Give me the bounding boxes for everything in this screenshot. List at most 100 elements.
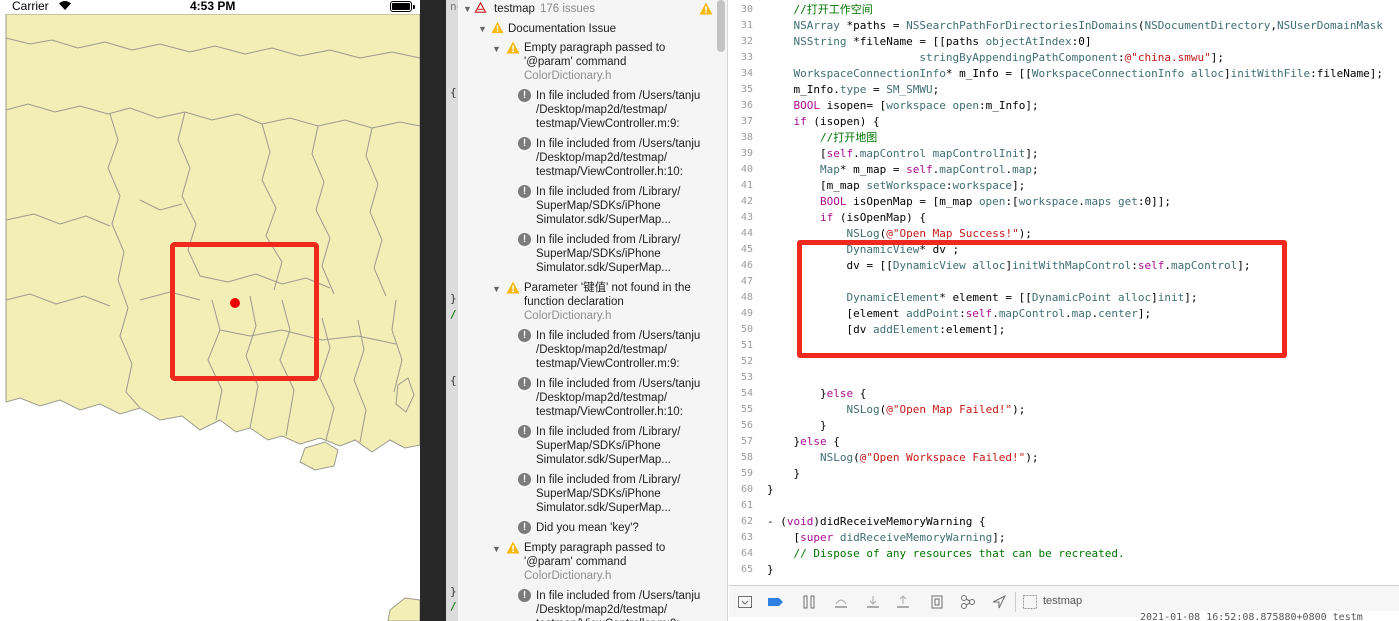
code-line[interactable]: 58 NSLog(@"Open Workspace Failed!"); [729,450,1399,466]
gutter-glyph: / [450,308,457,321]
code-line[interactable]: 64 // Dispose of any resources that can … [729,546,1399,562]
issue-warning-item[interactable]: ▼! Empty paragraph passed to '@param' com… [458,541,718,583]
code-line[interactable]: 59 } [729,466,1399,482]
issue-navigator[interactable]: ▼ testmap 176 issues ! ▼ ! Documentation… [458,0,728,621]
code-token: workspace [1018,195,1079,208]
issue-error-item[interactable]: ! In file included from /Users/tanju /Des… [458,89,718,131]
code-line[interactable]: 63 [super didReceiveMemoryWarning]; [729,530,1399,546]
code-line[interactable]: 39 [self.mapControl mapControlInit]; [729,146,1399,162]
issue-error-item[interactable]: ! In file included from /Users/tanju /Des… [458,329,718,371]
code-line[interactable]: 38 //打开地图 [729,130,1399,146]
code-line[interactable]: 60} [729,482,1399,498]
code-token: //打开工作空间 [793,3,873,16]
status-time: 4:53 PM [190,0,236,13]
process-icon[interactable] [1022,594,1038,610]
console-toggle-icon[interactable] [737,594,753,610]
code-token: get [1118,195,1138,208]
issue-error-item[interactable]: ! In file included from /Users/tanju /Des… [458,137,718,179]
code-line[interactable]: 36 BOOL isopen= [workspace open:m_Info]; [729,98,1399,114]
disclosure-triangle-icon[interactable]: ▼ [492,282,501,296]
issue-error-item[interactable]: ! In file included from /Library/ SuperMa… [458,425,718,467]
code-text: // Dispose of any resources that can be … [767,546,1125,562]
code-line[interactable]: 31 NSArray *paths = NSSearchPathForDirec… [729,18,1399,34]
issue-error-item[interactable]: ! In file included from /Users/tanju /Des… [458,377,718,419]
code-token: NSLog [819,451,854,464]
disclosure-triangle-icon[interactable]: ▼ [463,2,472,16]
issue-error-item[interactable]: ! In file included from /Library/ SuperMa… [458,473,718,515]
breakpoint-icon[interactable] [767,594,783,610]
svg-text:!: ! [511,545,515,554]
code-line[interactable]: 54 }else { [729,386,1399,402]
step-out-icon[interactable] [895,594,911,610]
code-text: } [767,562,774,578]
step-over-icon[interactable] [833,594,849,610]
code-line[interactable]: 62 - (void)didReceiveMemoryWarning { [729,514,1399,530]
code-token: } [767,467,801,480]
code-text: BOOL isopen= [workspace open:m_Info]; [767,98,1039,114]
code-line[interactable]: 65} [729,562,1399,578]
line-number: 57 [740,436,753,447]
pause-icon[interactable] [801,594,817,610]
disclosure-triangle-icon[interactable]: ▼ [492,42,501,56]
code-text: BOOL isOpenMap = [m_map open:[workspace.… [767,194,1171,210]
issue-error-item[interactable]: ! In file included from /Users/tanju /Des… [458,589,718,621]
line-number: 39 [740,148,753,159]
view-debugger-icon[interactable] [929,594,945,610]
code-line[interactable]: 34 WorkspaceConnectionInfo* m_Info = [[W… [729,66,1399,82]
code-line[interactable]: 43 if (isOpenMap) { [729,210,1399,226]
issue-error-item[interactable]: ! In file included from /Library/ SuperMa… [458,233,718,275]
memory-graph-icon[interactable] [960,594,976,610]
code-token: , [1270,19,1277,32]
code-line[interactable]: 55 NSLog(@"Open Map Failed!"); [729,402,1399,418]
code-line[interactable]: 42 BOOL isOpenMap = [m_map open:[workspa… [729,194,1399,210]
code-token: workspace [886,99,946,112]
code-token: ; [932,83,940,96]
code-line[interactable]: 30 //打开工作空间 [729,2,1399,18]
scheme-label[interactable]: testmap [1043,595,1082,607]
code-token: setWorkspace [866,179,946,192]
code-line[interactable]: 57 }else { [729,434,1399,450]
project-row[interactable]: ▼ testmap 176 issues [458,1,718,17]
step-into-icon[interactable] [865,594,881,610]
code-token: // Dispose of any resources that can be … [793,547,1125,560]
code-token: . [853,147,860,160]
issue-error-item[interactable]: ! In file included from /Library/ SuperMa… [458,185,718,227]
disclosure-triangle-icon[interactable]: ▼ [478,22,487,36]
issue-message: In file included from /Users/tanju /Desk… [536,330,701,370]
error-icon: ! [518,377,531,390]
error-icon: ! [518,589,531,602]
issue-warning-item[interactable]: ▼! Parameter '键值' not found in the functi… [458,281,718,323]
code-token: BOOL [819,195,847,208]
code-token: ); [1012,403,1026,416]
code-text: if (isopen) { [767,114,880,130]
location-icon[interactable] [991,594,1007,610]
issue-error-item[interactable]: ! Did you mean 'key'? [458,521,718,535]
code-text: }else { [767,386,866,402]
code-line[interactable]: 41 [m_map setWorkspace:workspace]; [729,178,1399,194]
group-row-documentation[interactable]: ▼ ! Documentation Issue [458,21,718,37]
navigator-scrollbar[interactable] [717,0,725,52]
code-line[interactable]: 37 if (isopen) { [729,114,1399,130]
code-text: //打开工作空间 [767,2,873,18]
code-line[interactable]: 40 Map* m_map = self.mapControl.map; [729,162,1399,178]
highlight-box-code [797,240,1287,358]
issue-warning-item[interactable]: ▼! Empty paragraph passed to '@param' com… [458,41,718,83]
code-line[interactable]: 35 m_Info.type = SM_SMWU; [729,82,1399,98]
code-line[interactable]: 32 NSString *fileName = [[paths objectAt… [729,34,1399,50]
line-number: 65 [740,564,753,575]
code-line[interactable]: 56 } [729,418,1399,434]
code-token: = [866,83,887,96]
line-number: 61 [740,500,753,511]
map-view[interactable] [0,0,420,621]
disclosure-triangle-icon[interactable]: ▼ [492,542,501,556]
code-token: WorkspaceConnectionInfo [1031,67,1185,80]
code-line[interactable]: 53 [729,370,1399,386]
code-line[interactable]: 61 [729,498,1399,514]
carrier-label: Carrier [12,0,49,13]
line-number: 44 [740,228,753,239]
code-line[interactable]: 33 stringByAppendingPathComponent:@"chin… [729,50,1399,66]
line-number: 35 [740,84,753,95]
code-token: ] [1224,67,1231,80]
